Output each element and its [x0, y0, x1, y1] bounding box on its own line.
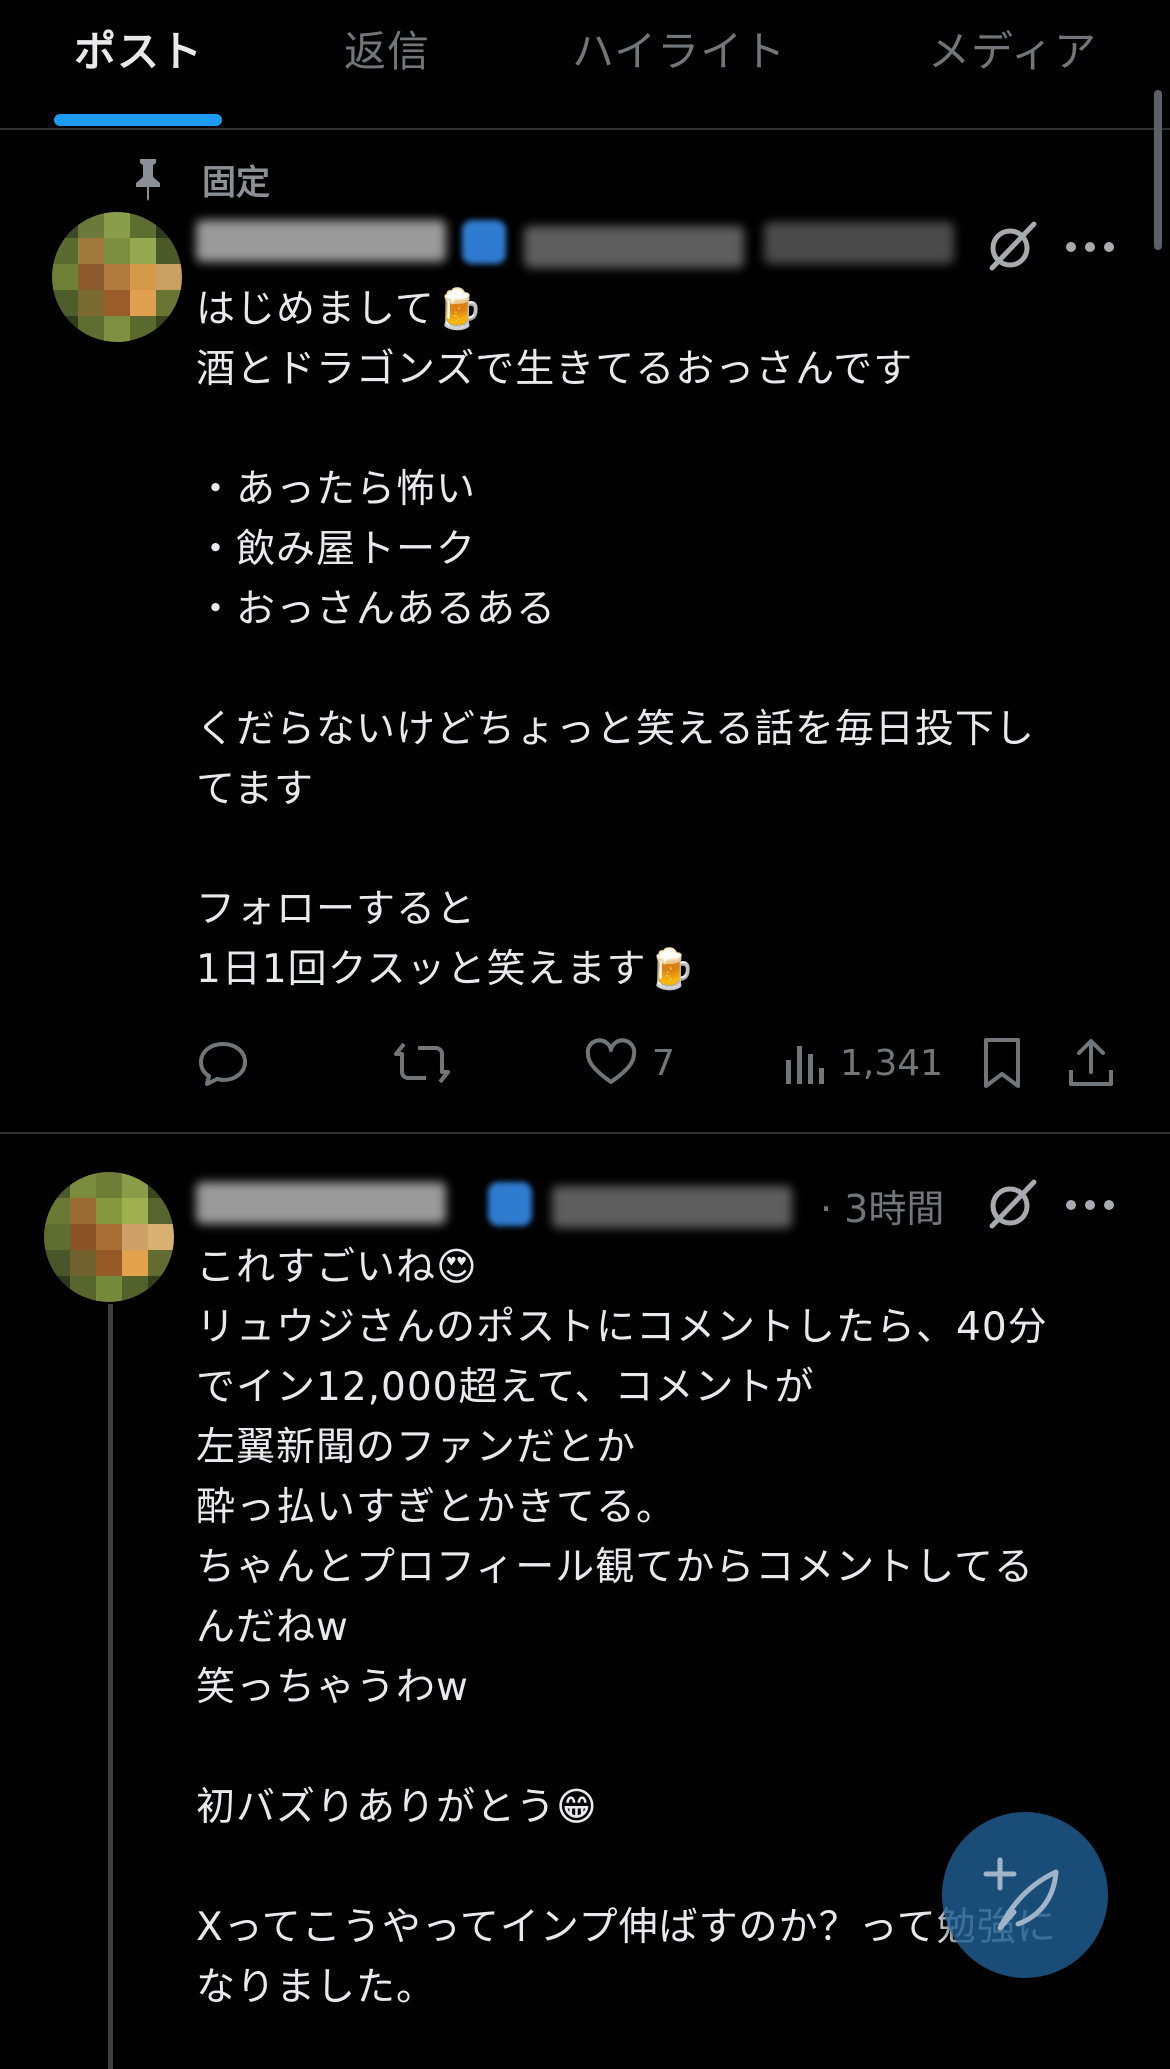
bookmark-button[interactable]: [980, 1036, 1024, 1090]
post-divider: [0, 1132, 1170, 1134]
views-button[interactable]: 1,341: [782, 1036, 943, 1090]
like-count: 7: [652, 1042, 675, 1084]
compose-post-icon: [983, 1857, 1059, 1931]
grok-icon[interactable]: [984, 1176, 1040, 1232]
tab-posts[interactable]: ポスト: [74, 18, 203, 79]
post-text: はじめまして🍺 酒とドラゴンズで生きてるおっさんです ・あったら怖い ・飲み屋ト…: [196, 287, 1035, 992]
pinned-indicator: 固定: [128, 154, 270, 204]
tab-highlights[interactable]: ハイライト: [572, 18, 786, 79]
profile-tabs: ポスト 返信 ハイライト メディア: [0, 0, 1170, 130]
share-button[interactable]: [1066, 1036, 1116, 1090]
verified-badge-icon: [462, 220, 506, 264]
bookmark-icon: [984, 1038, 1020, 1088]
thread-connector-line: [108, 1304, 113, 2069]
post-actions: 7 1,341: [196, 1036, 1116, 1100]
author-name[interactable]: [196, 220, 446, 262]
grok-icon[interactable]: [984, 218, 1040, 274]
avatar[interactable]: [44, 1172, 174, 1302]
tab-media[interactable]: メディア: [928, 18, 1097, 79]
compose-post-button[interactable]: [942, 1812, 1108, 1978]
tab-replies[interactable]: 返信: [344, 18, 430, 79]
more-icon[interactable]: [1066, 240, 1114, 254]
reply-icon: [199, 1042, 247, 1086]
post-timestamp[interactable]: · 3時間: [820, 1178, 944, 1233]
view-count: 1,341: [840, 1042, 944, 1084]
avatar[interactable]: [52, 212, 182, 342]
pin-icon: [128, 157, 168, 201]
author-handle[interactable]: [552, 1186, 792, 1228]
reply-button[interactable]: [196, 1036, 250, 1090]
repost-icon: [394, 1042, 450, 1084]
like-button[interactable]: 7: [584, 1036, 675, 1090]
active-tab-indicator: [54, 114, 222, 126]
author-name[interactable]: [196, 1182, 446, 1224]
views-icon: [786, 1046, 824, 1084]
pinned-label: 固定: [202, 162, 270, 203]
post-timestamp[interactable]: [764, 222, 954, 264]
share-icon: [1069, 1039, 1113, 1086]
verified-badge-icon: [488, 1182, 532, 1226]
scrollbar[interactable]: [1154, 90, 1162, 250]
author-handle[interactable]: [524, 226, 744, 268]
repost-button[interactable]: [392, 1036, 452, 1090]
like-icon: [585, 1038, 637, 1084]
more-icon[interactable]: [1066, 1198, 1114, 1212]
